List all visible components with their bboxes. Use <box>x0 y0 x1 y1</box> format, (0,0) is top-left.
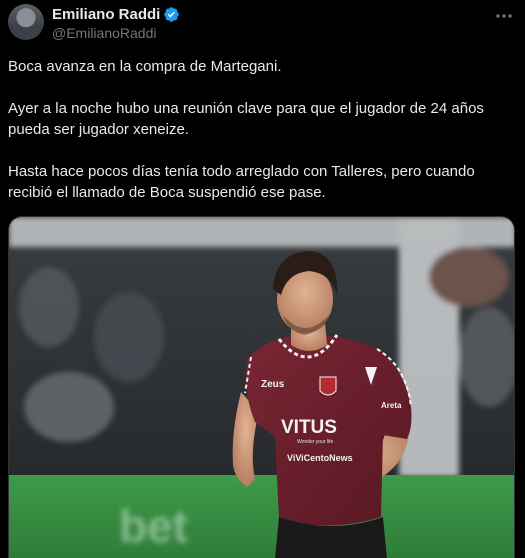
tweet-paragraph: Hasta hace pocos días tenía todo arregla… <box>8 163 475 201</box>
jersey-sponsor-sub: Wonder your life <box>297 439 334 445</box>
more-options-button[interactable] <box>493 6 515 26</box>
jersey-sponsor-bottom: ViViCentoNews <box>287 453 353 463</box>
verified-badge-icon <box>163 6 180 23</box>
author-handle[interactable]: @EmilianoRaddi <box>52 25 180 41</box>
jersey-sponsor-left: Zeus <box>261 379 285 390</box>
tweet-text: Boca avanza en la compra de Martegani. A… <box>8 56 513 203</box>
svg-text:bet: bet <box>119 500 188 552</box>
more-horizontal-icon <box>496 14 512 18</box>
name-row: Emiliano Raddi <box>52 4 180 24</box>
player-photo: bet Zeus VITUS Wonder your life ViViCent… <box>9 217 514 558</box>
author-avatar[interactable] <box>8 4 44 40</box>
tweet-paragraph: Boca avanza en la compra de Martegani. <box>8 58 282 75</box>
author-info: Emiliano Raddi @EmilianoRaddi <box>52 4 180 41</box>
tweet-paragraph: Ayer a la noche hubo una reunión clave p… <box>8 100 484 138</box>
jersey-sponsor-main: VITUS <box>281 417 337 438</box>
tweet-media-photo[interactable]: bet Zeus VITUS Wonder your life ViViCent… <box>8 216 515 558</box>
jersey-sleeve-text: Areta <box>381 401 402 410</box>
tweet-header: Emiliano Raddi @EmilianoRaddi <box>8 4 517 44</box>
author-display-name[interactable]: Emiliano Raddi <box>52 6 160 23</box>
